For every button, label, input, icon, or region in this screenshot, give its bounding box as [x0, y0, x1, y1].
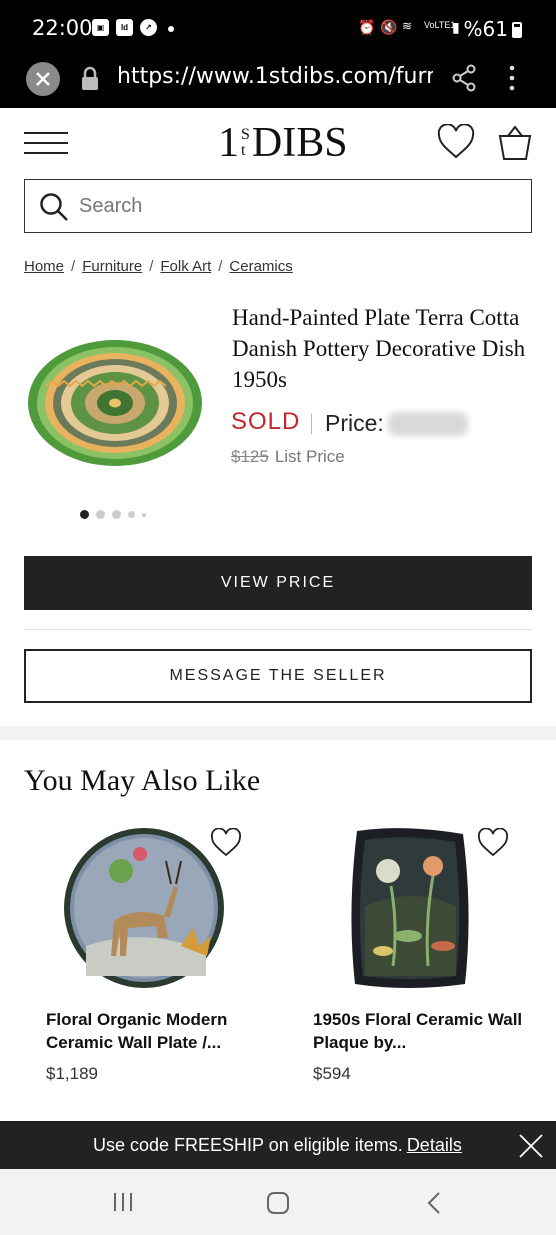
promo-details-link[interactable]: Details [407, 1135, 462, 1155]
view-price-button[interactable]: VIEW PRICE [24, 556, 532, 610]
breadcrumb-furniture[interactable]: Furniture [82, 258, 142, 275]
image-carousel-dots [80, 510, 146, 519]
breadcrumb-folk-art[interactable]: Folk Art [160, 258, 211, 275]
section-divider [0, 726, 556, 740]
browser-url-bar: https://www.1stdibs.com/furnitu [0, 58, 556, 108]
price-hidden-value [388, 412, 468, 436]
logo-s: S [241, 126, 250, 143]
message-seller-button[interactable]: MESSAGE THE SELLER [24, 649, 532, 703]
carousel-dot[interactable] [96, 510, 105, 519]
url-text[interactable]: https://www.1stdibs.com/furnitu [117, 64, 433, 89]
alarm-icon: ⏰ [358, 19, 376, 35]
recommendation-name[interactable]: Floral Organic Modern Ceramic Wall Plate… [46, 1008, 266, 1054]
app-icon: ld [116, 19, 133, 36]
promo-message: Use code FREESHIP on eligible items. [93, 1135, 403, 1155]
signal-icon: ▮ [452, 19, 460, 35]
search-input[interactable] [79, 190, 519, 222]
app-icon: ↗ [140, 19, 157, 36]
breadcrumb-separator: / [149, 258, 154, 275]
logo-t: t [241, 142, 246, 159]
carousel-dot[interactable] [112, 510, 121, 519]
close-icon [36, 72, 50, 86]
close-tab-button[interactable] [26, 62, 60, 96]
menu-icon[interactable] [24, 132, 68, 156]
breadcrumb-separator: / [71, 258, 76, 275]
recommendation-price: $1,189 [46, 1064, 98, 1083]
list-price-label: List Price [274, 447, 345, 466]
recommendations-title: You May Also Like [24, 764, 261, 797]
list-price-value: $125 [231, 447, 269, 466]
search-icon [40, 193, 68, 221]
network-label: VoLTE1 [424, 20, 456, 30]
list-price: $125 List Price [231, 447, 345, 467]
back-icon[interactable] [426, 1191, 442, 1215]
more-icon[interactable] [500, 64, 524, 92]
logo-one: 1 [218, 120, 239, 166]
product-image[interactable] [26, 336, 204, 470]
sold-status: SOLD [231, 408, 301, 435]
carousel-dot[interactable] [80, 510, 89, 519]
price-label: Price: [325, 410, 384, 436]
battery-percent: %61 [463, 17, 508, 41]
bag-icon[interactable] [496, 124, 534, 162]
status-time: 22:00 [32, 16, 93, 40]
gallery-icon: ▣ [92, 19, 109, 36]
breadcrumb: Home / Furniture / Folk Art / Ceramics [24, 258, 293, 275]
lock-icon [82, 66, 98, 90]
favorite-heart-icon[interactable] [477, 828, 509, 858]
recommendation-image[interactable] [313, 826, 553, 996]
system-nav-bar [0, 1169, 556, 1235]
recommendation-name[interactable]: 1950s Floral Ceramic Wall Plaque by... [313, 1008, 533, 1054]
price-divider [311, 414, 312, 434]
recommendation-price: $594 [313, 1064, 351, 1083]
logo-dibs: DIBS [251, 120, 348, 166]
close-icon[interactable] [518, 1133, 544, 1159]
promo-banner: Use code FREESHIP on eligible items. Deta… [0, 1121, 556, 1169]
wifi-icon: ≋ [402, 19, 413, 33]
site-logo[interactable]: 1 S t DIBS [218, 120, 348, 166]
favorite-heart-icon[interactable] [210, 828, 242, 858]
battery-icon [512, 22, 522, 38]
recommendation-image[interactable] [46, 826, 286, 996]
mute-icon: 🔇 [380, 19, 398, 35]
divider [24, 629, 532, 630]
heart-icon[interactable] [437, 124, 475, 160]
search-bar[interactable] [24, 179, 532, 233]
breadcrumb-separator: / [218, 258, 223, 275]
share-icon[interactable] [452, 64, 478, 92]
recent-apps-icon[interactable] [112, 1191, 134, 1213]
status-bar: 22:00 ▣ ld ↗ ⏰ 🔇 ≋ VoLTE1 ▮ %61 [0, 0, 556, 58]
breadcrumb-ceramics[interactable]: Ceramics [229, 258, 292, 275]
notification-dot-icon [168, 26, 174, 32]
carousel-dot[interactable] [142, 512, 146, 517]
breadcrumb-home[interactable]: Home [24, 258, 64, 275]
product-title: Hand-Painted Plate Terra Cotta Danish Po… [232, 305, 526, 392]
home-icon[interactable] [266, 1191, 290, 1215]
carousel-dot[interactable] [128, 511, 135, 518]
